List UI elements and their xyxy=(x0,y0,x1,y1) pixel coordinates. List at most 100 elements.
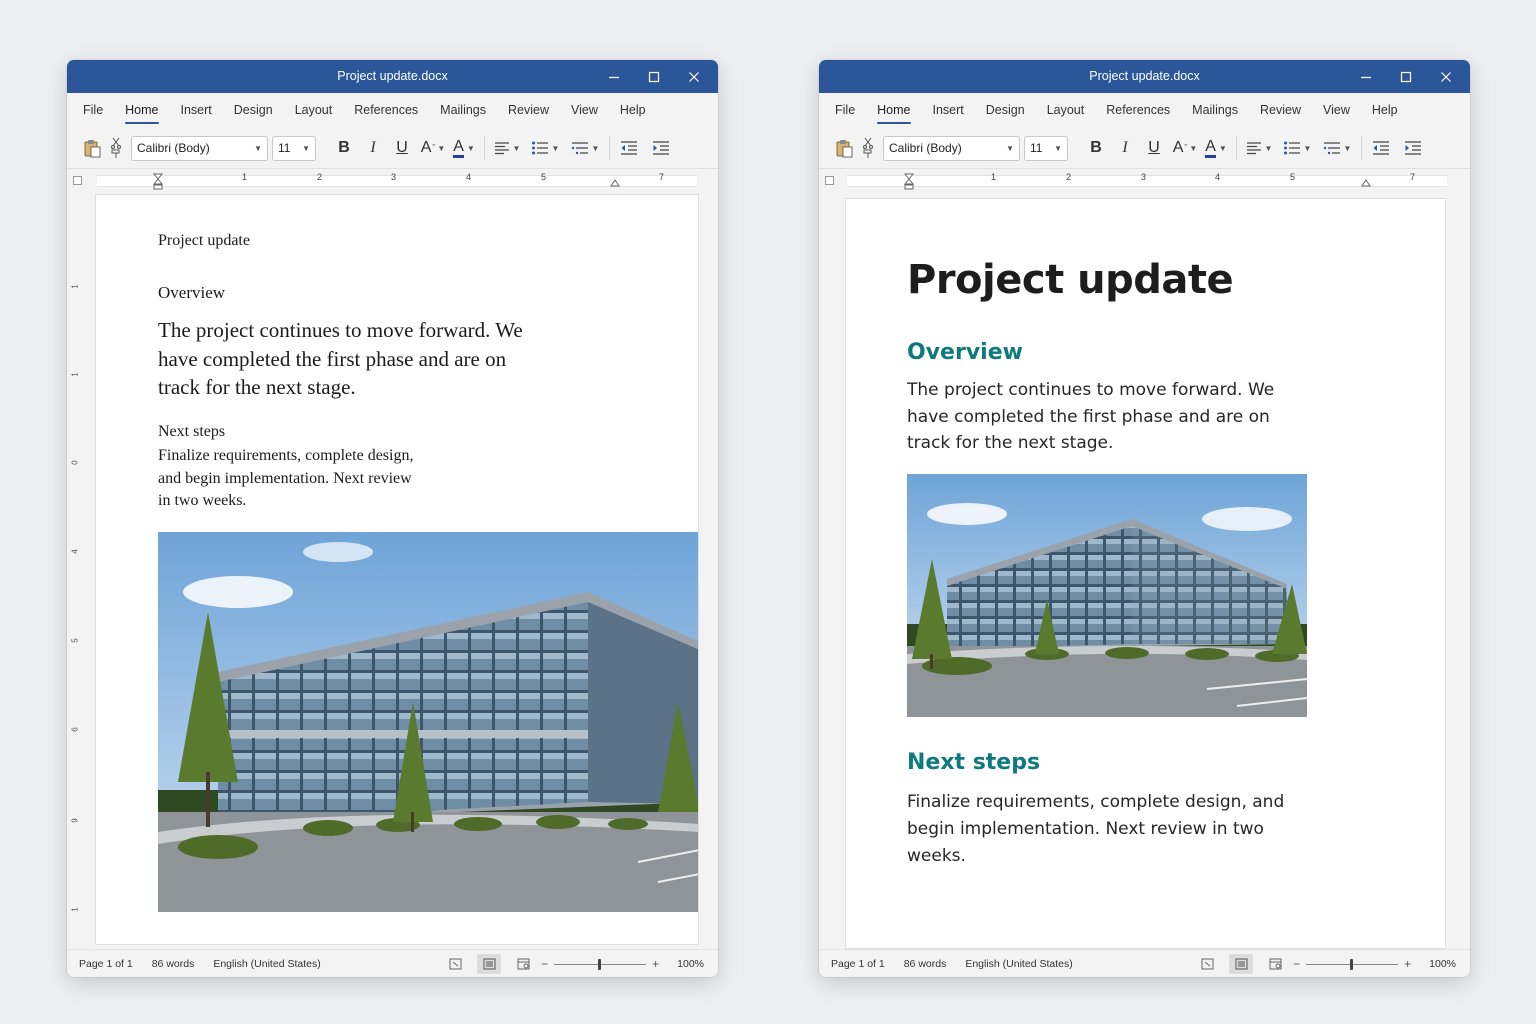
right-indent-marker-icon[interactable] xyxy=(610,179,620,187)
close-button[interactable] xyxy=(1426,60,1466,93)
font-name-select[interactable]: Calibri (Body) ▼ xyxy=(883,135,1020,161)
format-painter-icon[interactable] xyxy=(863,149,873,159)
maximize-button[interactable] xyxy=(1386,60,1426,93)
paste-button[interactable] xyxy=(81,136,103,160)
page-count[interactable]: Page 1 of 1 xyxy=(831,958,885,970)
tab-insert[interactable]: Insert xyxy=(933,99,964,121)
italic-button[interactable]: I xyxy=(1113,136,1137,160)
tab-view[interactable]: View xyxy=(571,99,598,121)
align-left-button[interactable]: ▼ xyxy=(1243,136,1275,160)
language-indicator[interactable]: English (United States) xyxy=(965,958,1072,970)
zoom-slider-thumb[interactable] xyxy=(1350,958,1354,970)
right-indent-marker-icon[interactable] xyxy=(1361,179,1371,187)
decrease-indent-button[interactable] xyxy=(616,136,642,160)
next-steps-paragraph: Finalize requirements, complete design, … xyxy=(907,792,1285,866)
indent-marker-icon[interactable] xyxy=(153,173,163,190)
close-button[interactable] xyxy=(674,60,714,93)
bullets-button[interactable]: ▼ xyxy=(527,136,563,160)
font-name-select[interactable]: Calibri (Body) ▼ xyxy=(131,135,268,161)
document-page[interactable]: Project update Overview The project cont… xyxy=(845,198,1446,949)
bold-button[interactable]: B xyxy=(332,136,356,160)
bullets-button[interactable]: ▼ xyxy=(1279,136,1315,160)
print-layout-button[interactable] xyxy=(1229,954,1254,974)
tab-home[interactable]: Home xyxy=(877,99,911,124)
language-indicator[interactable]: English (United States) xyxy=(213,958,320,970)
italic-button[interactable]: I xyxy=(361,136,385,160)
minimize-button[interactable] xyxy=(594,60,634,93)
tab-layout[interactable]: Layout xyxy=(295,99,333,121)
align-left-button[interactable]: ▼ xyxy=(491,136,523,160)
vertical-ruler[interactable]: 1 1 0 4 5 6 9 1 xyxy=(70,198,83,940)
zoom-out-button[interactable]: − xyxy=(541,957,548,971)
format-painter-icon[interactable] xyxy=(111,149,121,159)
cut-icon[interactable] xyxy=(111,137,121,149)
tab-view[interactable]: View xyxy=(1323,99,1350,121)
web-layout-button[interactable] xyxy=(1263,954,1287,974)
tab-mailings[interactable]: Mailings xyxy=(440,99,486,121)
page-count[interactable]: Page 1 of 1 xyxy=(79,958,133,970)
status-bar: Page 1 of 1 86 words English (United Sta… xyxy=(819,949,1470,977)
font-color-button[interactable]: A ▼ xyxy=(450,136,478,160)
maximize-button[interactable] xyxy=(634,60,674,93)
tab-home[interactable]: Home xyxy=(125,99,159,124)
read-mode-button[interactable] xyxy=(443,954,467,974)
office-building-image[interactable] xyxy=(158,532,699,912)
tab-insert[interactable]: Insert xyxy=(181,99,212,121)
tab-references[interactable]: References xyxy=(354,99,418,121)
tab-design[interactable]: Design xyxy=(986,99,1025,121)
indent-marker-icon[interactable] xyxy=(904,173,914,190)
minimize-button[interactable] xyxy=(1346,60,1386,93)
document-page[interactable]: Project update Overview The project cont… xyxy=(95,194,699,945)
bold-button[interactable]: B xyxy=(1084,136,1108,160)
font-size-select[interactable]: 11 ▼ xyxy=(1024,135,1068,161)
horizontal-ruler[interactable]: 1 2 3 4 5 7 xyxy=(819,172,1470,190)
decrease-indent-button[interactable] xyxy=(1368,136,1394,160)
ruler-number: 6 xyxy=(70,727,80,732)
tab-layout[interactable]: Layout xyxy=(1047,99,1085,121)
print-layout-button[interactable] xyxy=(477,954,502,974)
tab-selector[interactable] xyxy=(825,176,834,185)
clipboard-tools xyxy=(109,136,123,160)
status-bar: Page 1 of 1 86 words English (United Sta… xyxy=(67,949,718,977)
underline-button[interactable]: U xyxy=(1142,136,1166,160)
multilevel-list-button[interactable]: ▼ xyxy=(1319,136,1355,160)
font-color-button[interactable]: A ▼ xyxy=(1202,136,1230,160)
read-mode-button[interactable] xyxy=(1195,954,1219,974)
bullets-icon xyxy=(531,141,548,155)
increase-indent-button[interactable] xyxy=(1400,136,1426,160)
horizontal-ruler[interactable]: 1 2 3 4 5 7 xyxy=(67,172,718,190)
tab-help[interactable]: Help xyxy=(1372,99,1398,121)
underline-button[interactable]: U xyxy=(390,136,414,160)
ruler-number: 0 xyxy=(70,460,80,465)
tab-review[interactable]: Review xyxy=(1260,99,1301,121)
increase-indent-button[interactable] xyxy=(648,136,674,160)
zoom-in-button[interactable]: + xyxy=(652,957,659,971)
zoom-out-button[interactable]: − xyxy=(1293,957,1300,971)
align-left-icon xyxy=(1246,142,1261,155)
word-count[interactable]: 86 words xyxy=(152,958,195,970)
tab-help[interactable]: Help xyxy=(620,99,646,121)
tab-design[interactable]: Design xyxy=(234,99,273,121)
tab-mailings[interactable]: Mailings xyxy=(1192,99,1238,121)
tab-references[interactable]: References xyxy=(1106,99,1170,121)
tab-file[interactable]: File xyxy=(835,99,855,121)
web-layout-button[interactable] xyxy=(511,954,535,974)
font-size-grow-button[interactable]: A ˇ ▼ xyxy=(418,136,448,160)
office-building-image[interactable] xyxy=(907,474,1307,717)
zoom-slider-thumb[interactable] xyxy=(598,958,602,970)
font-size-select[interactable]: 11 ▼ xyxy=(272,135,316,161)
word-count[interactable]: 86 words xyxy=(904,958,947,970)
paste-button[interactable] xyxy=(833,136,855,160)
multilevel-list-button[interactable]: ▼ xyxy=(567,136,603,160)
font-size-grow-button[interactable]: A ˇ ▼ xyxy=(1170,136,1200,160)
cut-icon[interactable] xyxy=(863,137,873,149)
zoom-slider[interactable] xyxy=(1306,958,1399,970)
tab-review[interactable]: Review xyxy=(508,99,549,121)
ruler-number: 1 xyxy=(991,172,997,182)
tab-file[interactable]: File xyxy=(83,99,103,121)
zoom-in-button[interactable]: + xyxy=(1404,957,1411,971)
tab-selector[interactable] xyxy=(73,176,82,185)
zoom-level[interactable]: 100% xyxy=(677,958,704,970)
zoom-level[interactable]: 100% xyxy=(1429,958,1456,970)
zoom-slider[interactable] xyxy=(554,958,647,970)
